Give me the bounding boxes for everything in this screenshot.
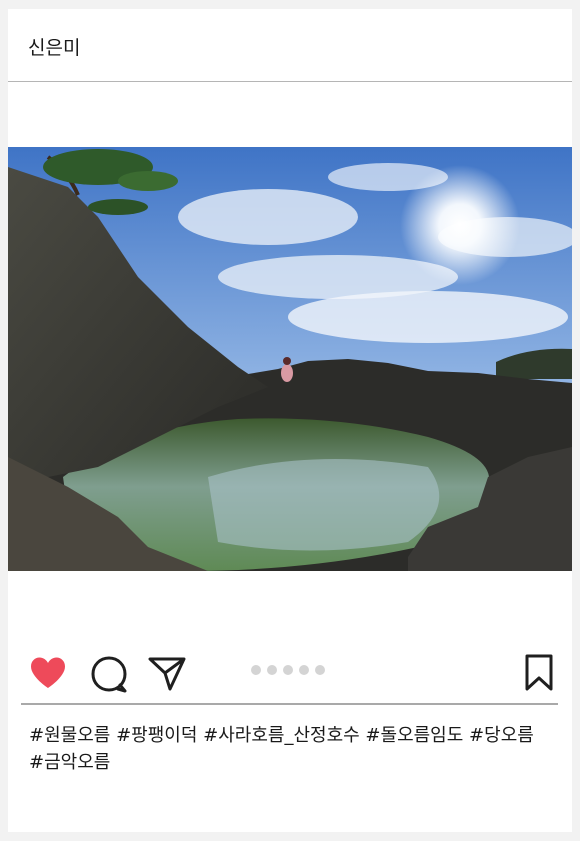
hashtag[interactable]: #사라호름_산정호수 — [203, 725, 360, 746]
carousel-indicator — [251, 665, 331, 677]
carousel-dot[interactable] — [315, 665, 325, 675]
action-bar — [8, 649, 572, 699]
username[interactable]: 신은미 — [28, 33, 80, 60]
divider — [21, 703, 558, 705]
hashtag[interactable]: #당오름 — [469, 725, 534, 746]
post-header: 신은미 — [8, 9, 572, 82]
hashtag[interactable]: #원물오름 — [29, 725, 110, 746]
comment-bubble-icon[interactable] — [90, 655, 128, 693]
post-photo[interactable] — [8, 147, 572, 571]
heart-icon[interactable] — [29, 656, 67, 690]
hashtag[interactable]: #금악오름 — [29, 752, 110, 773]
hashtag[interactable]: #팡팽이덕 — [116, 725, 197, 746]
post-card: 신은미 #원물오름 #팡팽이덕 #사라호름_산정호수 #돌오름임도 #당오름 #… — [8, 9, 572, 832]
bookmark-icon[interactable] — [524, 654, 554, 692]
carousel-dot[interactable] — [251, 665, 261, 675]
carousel-dot[interactable] — [267, 665, 277, 675]
paper-plane-icon[interactable] — [148, 656, 186, 692]
carousel-dot[interactable] — [299, 665, 309, 675]
hashtag[interactable]: #돌오름임도 — [365, 725, 463, 746]
hashtag-caption: #원물오름 #팡팽이덕 #사라호름_산정호수 #돌오름임도 #당오름 #금악오름 — [29, 722, 559, 776]
carousel-dot[interactable] — [283, 665, 293, 675]
